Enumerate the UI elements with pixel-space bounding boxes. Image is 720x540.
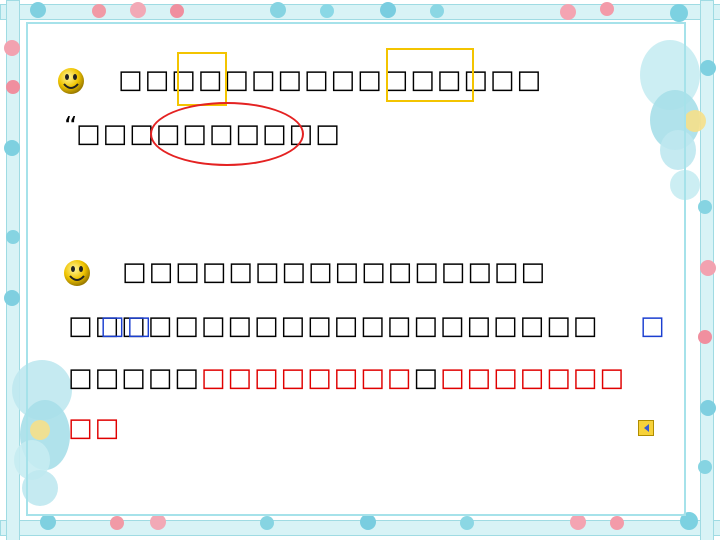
text-line-3: □□□□□□□□□□□□□□□□ (122, 257, 548, 287)
text-line-4-rest: □□□□□□□□□□□□□□□□□□ (121, 311, 600, 341)
highlight-box-2 (386, 48, 474, 102)
text-line-5-emphasis-2: □□□□□□□ (439, 363, 626, 393)
text-line-5-plain: □□□□□ (68, 363, 201, 393)
smiley-face-icon (58, 68, 84, 94)
slide: □□□□□□□□□□□□□□□□ “ □□□□□□□□□□ □□□□□□□□□□… (0, 0, 720, 540)
smiley-face-icon (64, 260, 90, 286)
text-line-5-emphasis-1: □□□□□□□□ (200, 363, 414, 393)
blue-mark-right: □ (640, 311, 667, 341)
back-arrow-icon[interactable] (638, 420, 654, 436)
text-line-6: □□ (68, 413, 122, 443)
highlight-box-1 (177, 52, 227, 106)
text-line-5-mid: □ (413, 363, 440, 393)
red-circle-annotation (150, 102, 304, 166)
blue-mark-left: □□ (100, 311, 154, 341)
text-line-5: □□□□□□□□□□□□□□□□□□□□□ (68, 362, 626, 394)
